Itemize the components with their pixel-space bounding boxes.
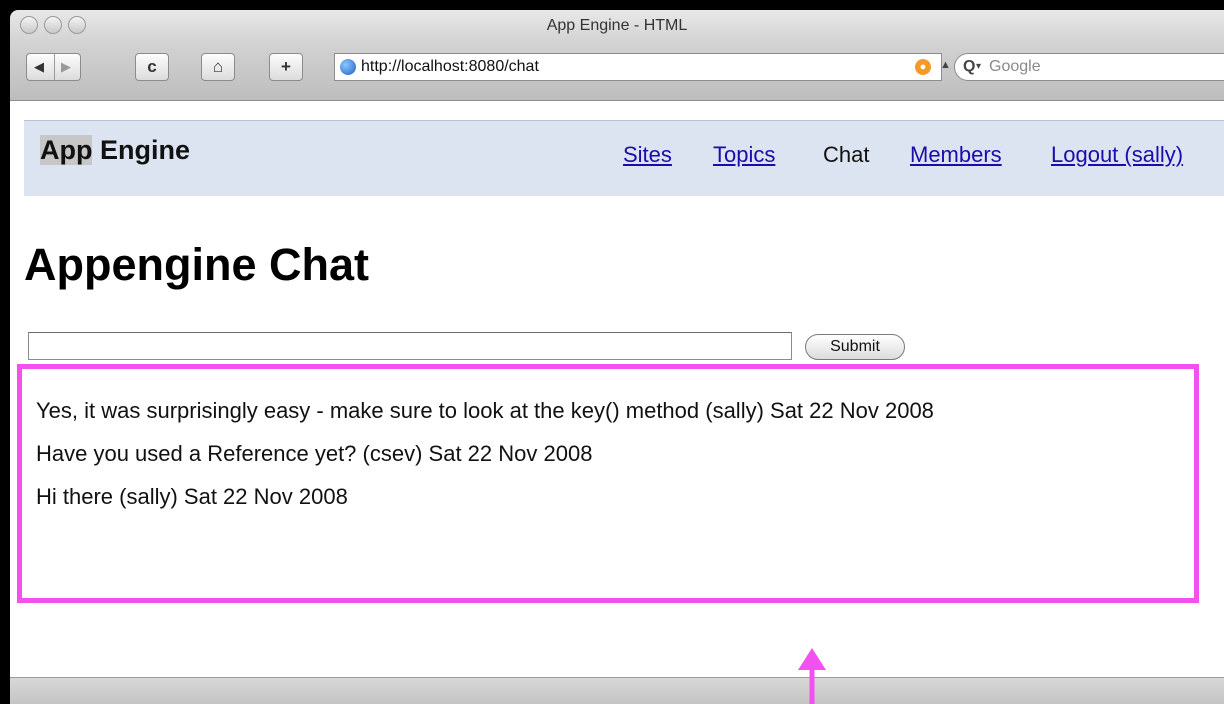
title-bar: App Engine - HTML [10, 10, 1224, 40]
site-brand[interactable]: App Engine [40, 135, 190, 166]
home-button[interactable]: ⌂ [201, 53, 235, 81]
site-navbar: App Engine Sites Topics Chat Members Log… [24, 120, 1224, 196]
status-bar [10, 677, 1224, 704]
address-bar[interactable]: http://localhost:8080/chat ● [334, 53, 942, 81]
back-forward-control: ◀ ▶ [26, 53, 81, 81]
search-engine-caret-icon[interactable]: ▲ [940, 59, 951, 71]
search-placeholder: Google [989, 58, 1041, 75]
annotation-arrow-icon [798, 648, 826, 704]
brand-rest: Engine [92, 135, 190, 165]
chat-message: Yes, it was surprisingly easy - make sur… [36, 398, 934, 423]
chat-message-input[interactable] [28, 332, 792, 360]
window-title: App Engine - HTML [546, 17, 688, 34]
chat-message: Hi there (sally) Sat 22 Nov 2008 [36, 484, 348, 509]
search-dropdown-icon: ▾ [976, 61, 982, 72]
browser-toolbar: ◀ ▶ c ⌂ + http://localhost:8080/chat ● ▲… [10, 40, 1224, 101]
page-title: Appengine Chat [24, 239, 369, 290]
search-icon: Q [963, 58, 976, 75]
forward-arrow-icon[interactable]: ▶ [61, 54, 71, 80]
nav-link-topics[interactable]: Topics [713, 142, 775, 168]
add-bookmark-button[interactable]: + [269, 53, 303, 81]
search-input[interactable]: Q ▾ Google [954, 53, 1224, 81]
rss-icon[interactable]: ● [915, 59, 931, 75]
submit-button[interactable]: Submit [805, 334, 905, 360]
nav-current-chat: Chat [823, 142, 870, 167]
nav-link-members[interactable]: Members [910, 142, 1002, 168]
segment-divider [54, 54, 55, 80]
reload-button[interactable]: c [135, 53, 169, 81]
chat-message: Have you used a Reference yet? (csev) Sa… [36, 441, 593, 466]
back-arrow-icon[interactable]: ◀ [34, 54, 44, 80]
globe-icon [340, 59, 356, 75]
annotation-highlight-box: Yes, it was surprisingly easy - make sur… [17, 364, 1199, 603]
nav-link-logout[interactable]: Logout (sally) [1051, 142, 1183, 168]
browser-window: App Engine - HTML ◀ ▶ c ⌂ + http://local… [0, 0, 1224, 704]
address-url: http://localhost:8080/chat [361, 58, 539, 75]
home-icon: ⌂ [212, 57, 224, 76]
nav-link-sites[interactable]: Sites [623, 142, 672, 168]
web-page: App Engine Sites Topics Chat Members Log… [10, 101, 1224, 677]
brand-highlight: App [40, 135, 93, 165]
